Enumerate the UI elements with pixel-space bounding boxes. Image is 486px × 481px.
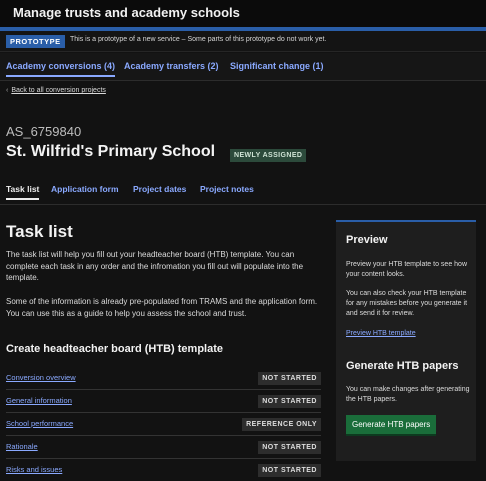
list-item: Conversion overview NOT STARTED <box>6 367 321 390</box>
task-link-general-information[interactable]: General information <box>6 396 72 405</box>
tab-project-notes[interactable]: Project notes <box>200 184 254 194</box>
sidebar-panel: Preview Preview your HTB template to see… <box>336 220 476 461</box>
prototype-banner: PROTOTYPE This is a prototype of a new s… <box>0 31 486 52</box>
preview-check-description: You can also check your HTB template for… <box>346 290 468 317</box>
preview-htb-link[interactable]: Preview HTB template <box>346 330 416 337</box>
tab-academy-transfers[interactable]: Academy transfers (2) <box>124 61 219 71</box>
preview-heading: Preview <box>346 234 388 246</box>
task-link-school-performance[interactable]: School performance <box>6 419 73 428</box>
back-link[interactable]: Back to all conversion projects <box>11 87 106 94</box>
task-status-badge: NOT STARTED <box>258 372 321 385</box>
tab-academy-conversions[interactable]: Academy conversions (4) <box>6 61 116 77</box>
task-link-conversion-overview[interactable]: Conversion overview <box>6 373 76 382</box>
generate-description: You can make changes after generating th… <box>346 386 470 403</box>
prototype-tag: PROTOTYPE <box>6 35 65 48</box>
tab-project-dates[interactable]: Project dates <box>133 184 186 194</box>
list-item: Risks and issues NOT STARTED <box>6 459 321 481</box>
task-status-badge: NOT STARTED <box>258 395 321 408</box>
tab-task-list[interactable]: Task list <box>6 184 40 200</box>
prototype-message: This is a prototype of a new service – S… <box>70 36 327 43</box>
project-subnavigation: Task list Application form Project dates… <box>0 180 486 202</box>
section-heading: Create headteacher board (HTB) template <box>6 343 223 355</box>
generate-heading: Generate HTB papers <box>346 360 459 372</box>
project-reference: AS_6759840 <box>6 124 82 139</box>
task-link-rationale[interactable]: Rationale <box>6 442 38 451</box>
chevron-left-icon: ‹ <box>6 87 9 94</box>
task-status-badge: REFERENCE ONLY <box>242 418 321 431</box>
primary-navigation: Academy conversions (4) Academy transfer… <box>0 53 486 81</box>
task-list: Conversion overview NOT STARTED General … <box>6 367 321 481</box>
main-heading: Task list <box>6 222 73 241</box>
list-item: General information NOT STARTED <box>6 390 321 413</box>
list-item: School performance REFERENCE ONLY <box>6 413 321 436</box>
app-header: Manage trusts and academy schools <box>0 0 486 27</box>
preview-description: Preview your HTB template to see how you… <box>346 261 467 278</box>
task-status-badge: NOT STARTED <box>258 464 321 477</box>
service-title[interactable]: Manage trusts and academy schools <box>13 5 240 20</box>
tab-application-form[interactable]: Application form <box>51 184 119 194</box>
tab-significant-change[interactable]: Significant change (1) <box>230 61 324 71</box>
info-paragraph: Some of the information is already pre-p… <box>6 297 318 318</box>
task-status-badge: NOT STARTED <box>258 441 321 454</box>
page-title: St. Wilfrid's Primary School <box>6 143 216 160</box>
back-link-container: ‹ Back to all conversion projects <box>6 87 106 94</box>
list-item: Rationale NOT STARTED <box>6 436 321 459</box>
status-badge: NEWLY ASSIGNED <box>230 149 307 162</box>
intro-paragraph: The task list will help you fill out you… <box>6 250 304 282</box>
generate-htb-button[interactable]: Generate HTB papers <box>346 415 437 434</box>
subnav-divider <box>0 204 486 205</box>
task-link-risks-and-issues[interactable]: Risks and issues <box>6 465 62 474</box>
